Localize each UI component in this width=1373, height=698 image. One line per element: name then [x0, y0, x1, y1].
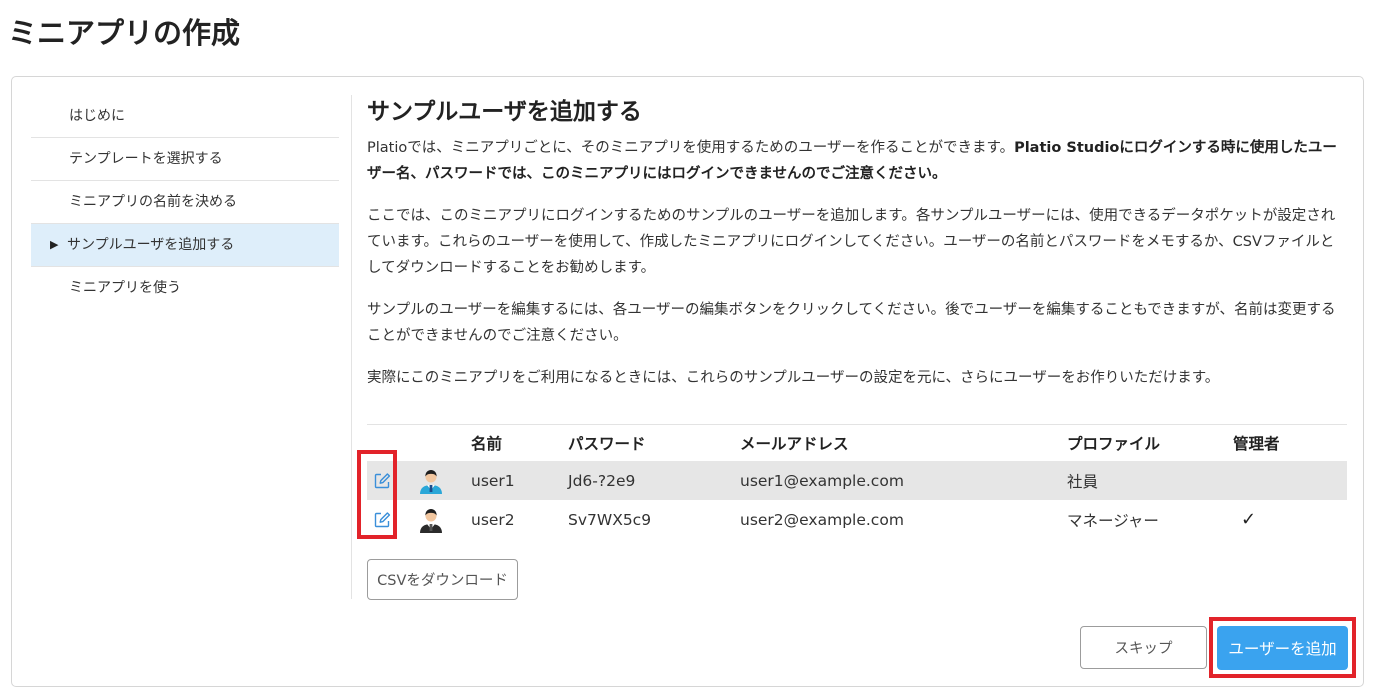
- profile-column-header: プロファイル: [1067, 424, 1233, 461]
- email-column-header: メールアドレス: [740, 424, 1067, 461]
- active-step-arrow-icon: ▶: [50, 238, 59, 251]
- main-content: サンプルユーザを追加する Platioでは、ミニアプリごとに、そのミニアプリを使…: [367, 95, 1347, 391]
- sidebar-item-add-sample-users[interactable]: ▶ サンプルユーザを追加する: [31, 224, 339, 267]
- name-column-header: 名前: [471, 424, 568, 461]
- edit-users-paragraph: サンプルのユーザーを編集するには、各ユーザーの編集ボタンをクリックしてください。…: [367, 302, 1336, 344]
- sidebar-item-label: ミニアプリを使う: [69, 280, 181, 296]
- table-row: user2 Sv7WX5c9 user2@example.com マネージャー …: [367, 500, 1347, 539]
- edit-icon[interactable]: [372, 471, 392, 491]
- user-admin-cell: [1233, 461, 1347, 500]
- avatar-cell: [399, 461, 471, 500]
- user-profile-cell: マネージャー: [1067, 511, 1159, 530]
- avatar-cell: [399, 500, 471, 539]
- sidebar-item-label: サンプルユーザを追加する: [67, 237, 235, 253]
- sidebar-item-label: ミニアプリの名前を決める: [69, 194, 237, 210]
- user-email-cell: user2@example.com: [740, 510, 904, 529]
- user-avatar-blue-icon: [419, 468, 443, 494]
- add-user-highlight: ユーザーを追加: [1209, 617, 1356, 678]
- edit-cell: [367, 500, 399, 539]
- table-header-row: 名前 パスワード メールアドレス プロファイル 管理者: [367, 424, 1347, 461]
- sidebar-item-name-miniapp[interactable]: ミニアプリの名前を決める: [31, 181, 339, 224]
- add-user-button[interactable]: ユーザーを追加: [1217, 626, 1348, 670]
- admin-check-icon: ✓: [1241, 509, 1257, 530]
- sidebar-item-label: はじめに: [69, 108, 125, 124]
- intro-text: Platioでは、ミニアプリごとに、そのミニアプリを使用するためのユーザーを作る…: [367, 140, 1015, 156]
- sample-users-table: 名前 パスワード メールアドレス プロファイル 管理者 user1 Jd6-?2…: [367, 424, 1347, 539]
- admin-column-header: 管理者: [1233, 424, 1347, 461]
- edit-icon[interactable]: [372, 510, 392, 530]
- sidebar-item-use-miniapp[interactable]: ミニアプリを使う: [31, 267, 339, 309]
- table-row: user1 Jd6-?2e9 user1@example.com 社員: [367, 461, 1347, 500]
- usage-note-paragraph: 実際にこのミニアプリをご利用になるときには、これらのサンプルユーザーの設定を元に…: [367, 370, 1220, 386]
- admin-check-icon: [1233, 470, 1241, 491]
- user-password-cell: Sv7WX5c9: [568, 510, 652, 529]
- sample-users-paragraph: ここでは、このミニアプリにログインするためのサンプルのユーザーを追加します。各サ…: [367, 208, 1336, 276]
- wizard-steps-sidebar: はじめに テンプレートを選択する ミニアプリの名前を決める ▶ サンプルユーザを…: [31, 95, 339, 309]
- sidebar-item-introduction[interactable]: はじめに: [31, 95, 339, 138]
- user-admin-cell: ✓: [1233, 500, 1347, 539]
- user-name-cell: user1: [471, 461, 568, 500]
- page-title: ミニアプリの作成: [8, 16, 241, 50]
- vertical-divider: [351, 95, 352, 599]
- user-password-cell: Jd6-?2e9: [568, 461, 740, 500]
- sidebar-item-select-template[interactable]: テンプレートを選択する: [31, 138, 339, 181]
- sidebar-item-label: テンプレートを選択する: [69, 151, 223, 167]
- user-email-cell: user1@example.com: [740, 461, 1067, 500]
- user-name-cell: user2: [471, 510, 515, 529]
- user-profile-cell: 社員: [1067, 461, 1233, 500]
- intro-paragraph: Platioでは、ミニアプリごとに、そのミニアプリを使用するためのユーザーを作る…: [367, 135, 1347, 187]
- csv-download-button[interactable]: CSVをダウンロード: [367, 559, 518, 600]
- edit-column-header: [367, 424, 399, 461]
- avatar-column-header: [399, 424, 471, 461]
- skip-button[interactable]: スキップ: [1080, 626, 1207, 669]
- user-avatar-dark-icon: [419, 507, 443, 533]
- wizard-card: はじめに テンプレートを選択する ミニアプリの名前を決める ▶ サンプルユーザを…: [11, 76, 1364, 687]
- password-column-header: パスワード: [568, 424, 740, 461]
- edit-cell: [367, 461, 399, 500]
- section-title: サンプルユーザを追加する: [367, 99, 642, 125]
